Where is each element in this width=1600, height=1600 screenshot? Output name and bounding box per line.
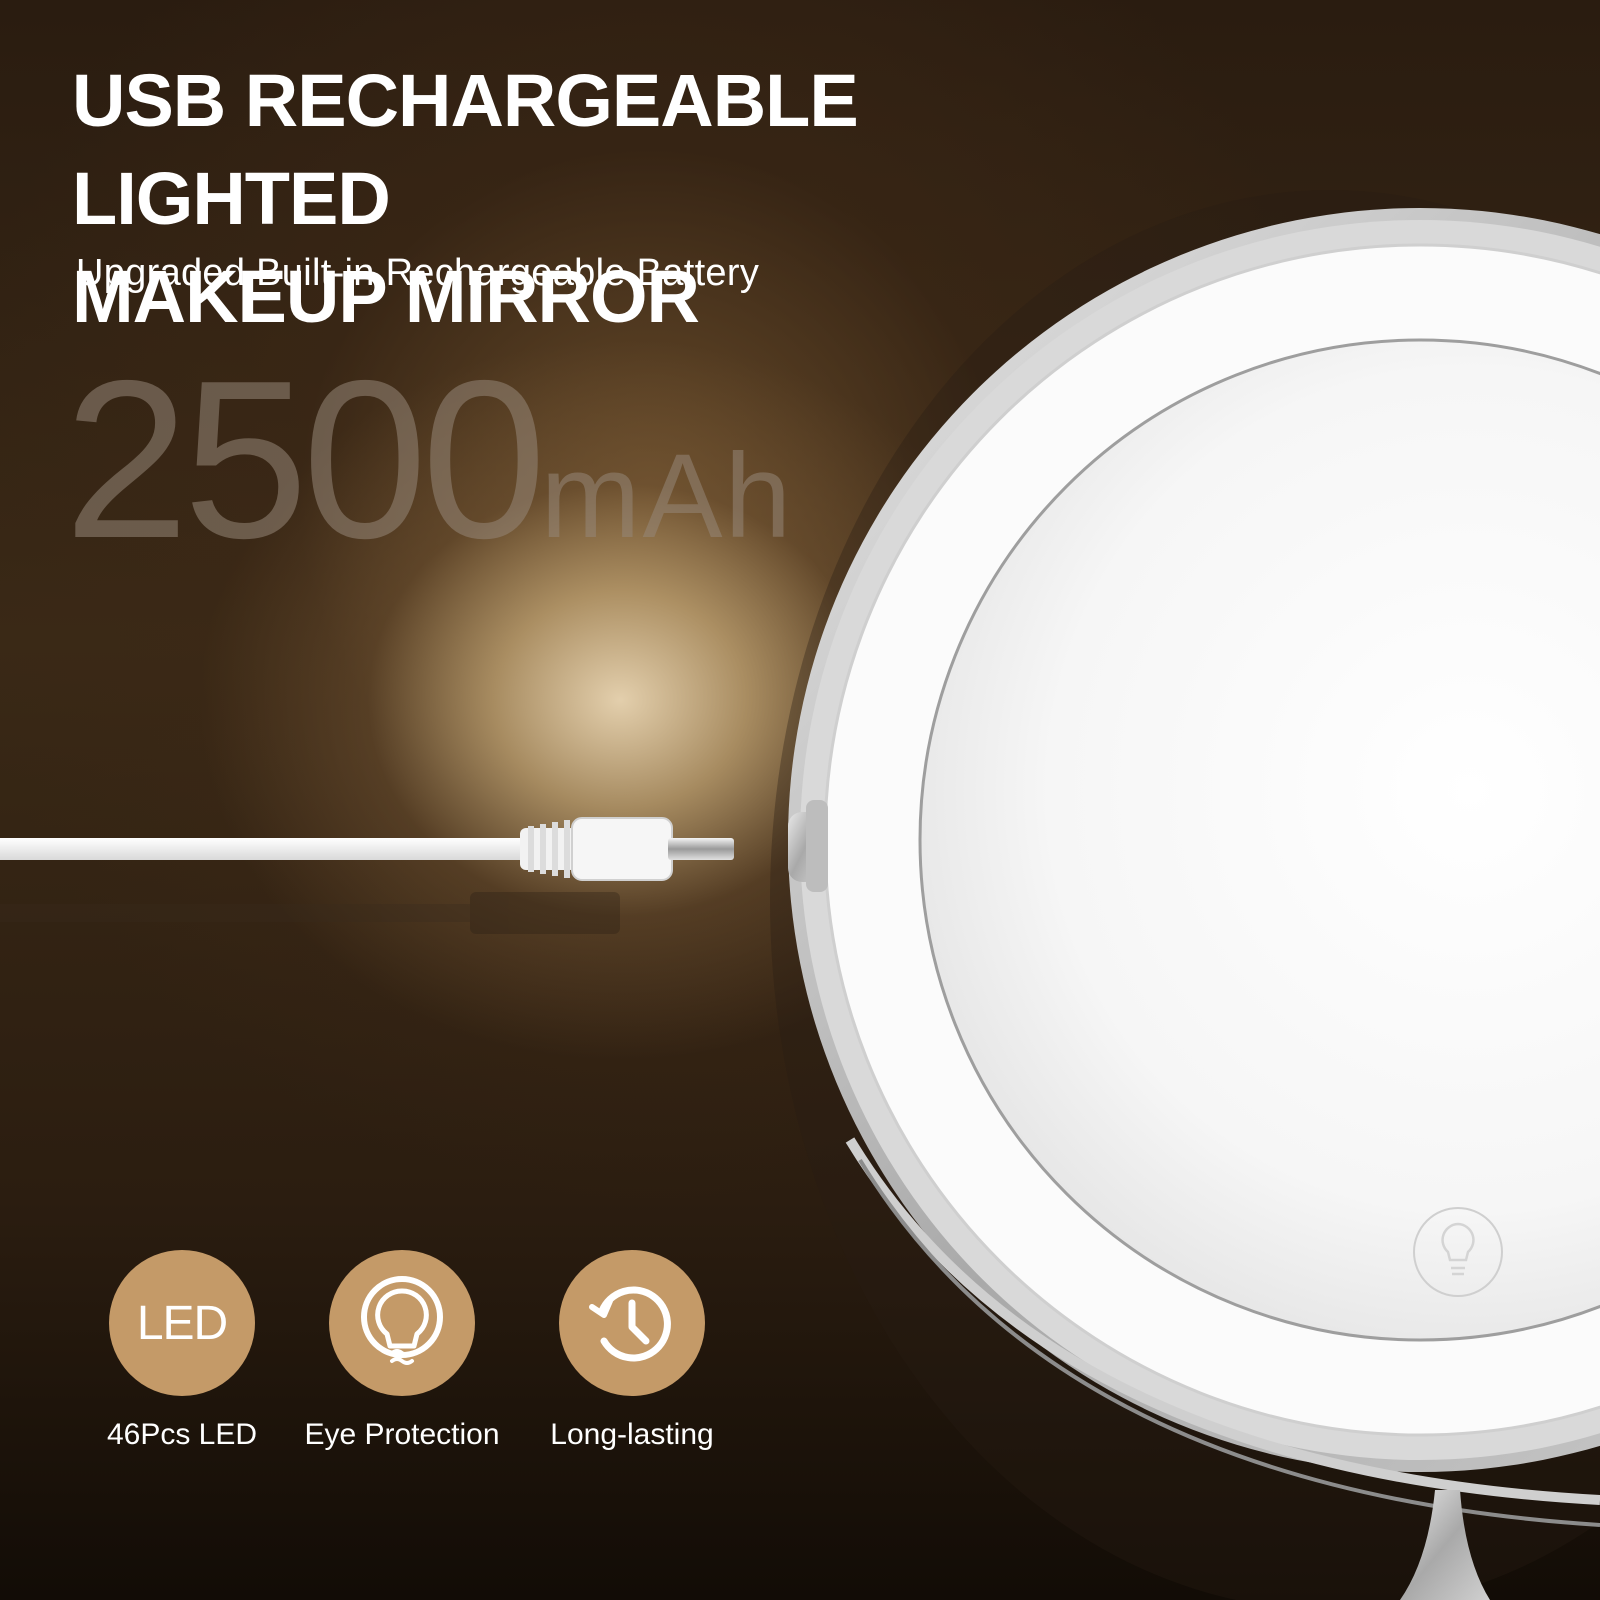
bulb-icon — [329, 1250, 475, 1396]
subtitle: Upgraded Built-in Rechargeable Battery — [76, 252, 760, 294]
feature-list: LED 46Pcs LED Eye Protection Long-lastin… — [92, 1250, 772, 1470]
led-icon-text: LED — [136, 1296, 228, 1350]
usb-cable — [0, 817, 734, 881]
feature-label: 46Pcs LED — [106, 1418, 258, 1451]
feature-long-lasting: Long-lasting — [522, 1250, 742, 1452]
feature-label: Eye Protection — [304, 1418, 500, 1451]
cable-reflection — [0, 892, 620, 934]
feature-led: LED 46Pcs LED — [72, 1250, 292, 1452]
capacity-unit: mAh — [540, 429, 794, 563]
feature-label: Long-lasting — [550, 1418, 714, 1451]
capacity-number: 2500 — [64, 333, 547, 585]
headline: USB RECHARGEABLE LIGHTED MAKEUP MIRROR — [72, 52, 1172, 346]
clock-icon — [559, 1250, 705, 1396]
led-icon: LED — [109, 1250, 255, 1396]
headline-line-1: USB RECHARGEABLE LIGHTED — [72, 59, 859, 240]
battery-capacity: 2500mAh — [64, 330, 793, 589]
feature-eye-protection: Eye Protection — [292, 1250, 512, 1452]
